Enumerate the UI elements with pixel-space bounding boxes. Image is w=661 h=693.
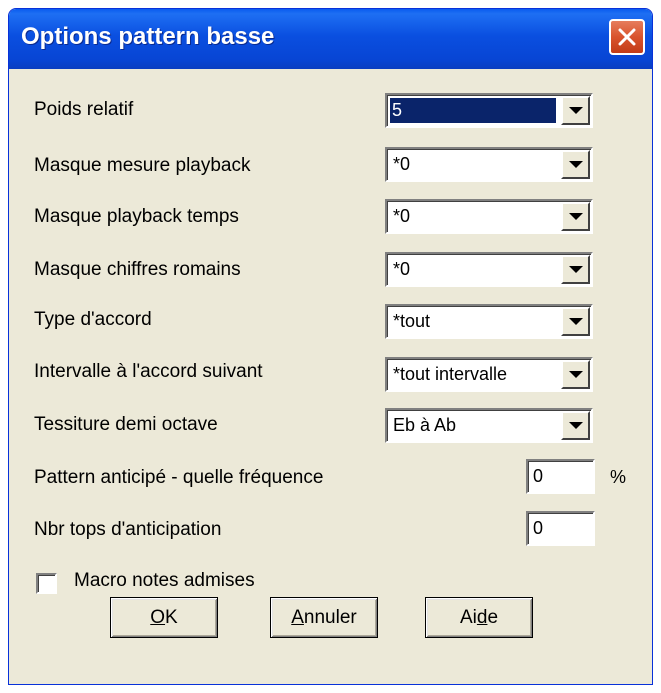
help-label-start: Ai [459, 607, 477, 628]
anticipation-frequency-label: Pattern anticipé - quelle fréquence [34, 467, 324, 488]
chevron-down-icon [569, 107, 583, 114]
weight-label: Poids relatif [34, 99, 134, 120]
help-label-rest: e [487, 607, 499, 628]
bar-mask-dropdown-button[interactable] [561, 150, 590, 179]
cancel-button[interactable]: Annuler [270, 597, 378, 638]
bar-mask-dropdown[interactable]: *0 [385, 147, 593, 182]
roman-mask-dropdown[interactable]: *0 [385, 252, 593, 287]
percent-unit: % [610, 467, 627, 487]
beat-mask-label: Masque playback temps [34, 206, 239, 227]
dialog-content: Poids relatif 5 Masque mesure playback *… [12, 69, 649, 681]
chevron-down-icon [569, 422, 583, 429]
range-label: Tessiture demi octave [34, 414, 218, 435]
ok-button[interactable]: OK [110, 597, 218, 638]
interval-dropdown-button[interactable] [561, 360, 590, 389]
title-bar[interactable]: Options pattern basse [9, 9, 652, 69]
weight-dropdown[interactable]: 5 [385, 93, 593, 128]
help-mnemonic: d [476, 607, 488, 628]
chord-type-value: *tout [393, 311, 431, 331]
range-value: Eb à Ab [393, 415, 457, 435]
chevron-down-icon [569, 266, 583, 273]
beat-mask-dropdown[interactable]: *0 [385, 199, 593, 234]
chevron-down-icon [569, 371, 583, 378]
close-icon [618, 28, 636, 46]
chord-type-dropdown[interactable]: *tout [385, 304, 593, 339]
macro-notes-label: Macro notes admises [74, 570, 255, 591]
bar-mask-label: Masque mesure playback [34, 155, 251, 176]
bar-mask-value: *0 [393, 154, 411, 174]
beat-mask-value: *0 [393, 206, 411, 226]
chevron-down-icon [569, 213, 583, 220]
dialog-window: Options pattern basse Poids relatif 5 Ma… [8, 8, 653, 685]
chord-type-label: Type d'accord [34, 309, 152, 330]
macro-notes-checkbox[interactable] [36, 573, 57, 594]
weight-dropdown-button[interactable] [561, 96, 590, 125]
anticipation-ticks-value: 0 [533, 518, 544, 538]
range-dropdown[interactable]: Eb à Ab [385, 408, 593, 443]
close-button[interactable] [609, 19, 645, 55]
anticipation-ticks-input[interactable]: 0 [526, 511, 595, 546]
roman-mask-label: Masque chiffres romains [34, 259, 241, 280]
interval-value: *tout intervalle [393, 364, 508, 384]
roman-mask-value: *0 [393, 259, 411, 279]
ok-label-rest: K [165, 607, 178, 628]
beat-mask-dropdown-button[interactable] [561, 202, 590, 231]
chevron-down-icon [569, 161, 583, 168]
anticipation-ticks-label: Nbr tops d'anticipation [34, 519, 222, 540]
interval-label: Intervalle à l'accord suivant [34, 361, 263, 382]
range-dropdown-button[interactable] [561, 411, 590, 440]
chord-type-dropdown-button[interactable] [561, 307, 590, 336]
ok-mnemonic: O [150, 607, 166, 628]
window-title: Options pattern basse [21, 23, 275, 50]
weight-value: 5 [390, 98, 556, 123]
help-button[interactable]: Aide [425, 597, 533, 638]
cancel-label-rest: nnuler [303, 607, 357, 628]
roman-mask-dropdown-button[interactable] [561, 255, 590, 284]
chevron-down-icon [569, 318, 583, 325]
anticipation-frequency-value: 0 [533, 466, 544, 486]
interval-dropdown[interactable]: *tout intervalle [385, 357, 593, 392]
anticipation-frequency-input[interactable]: 0 [526, 459, 595, 494]
cancel-mnemonic: A [291, 607, 304, 628]
